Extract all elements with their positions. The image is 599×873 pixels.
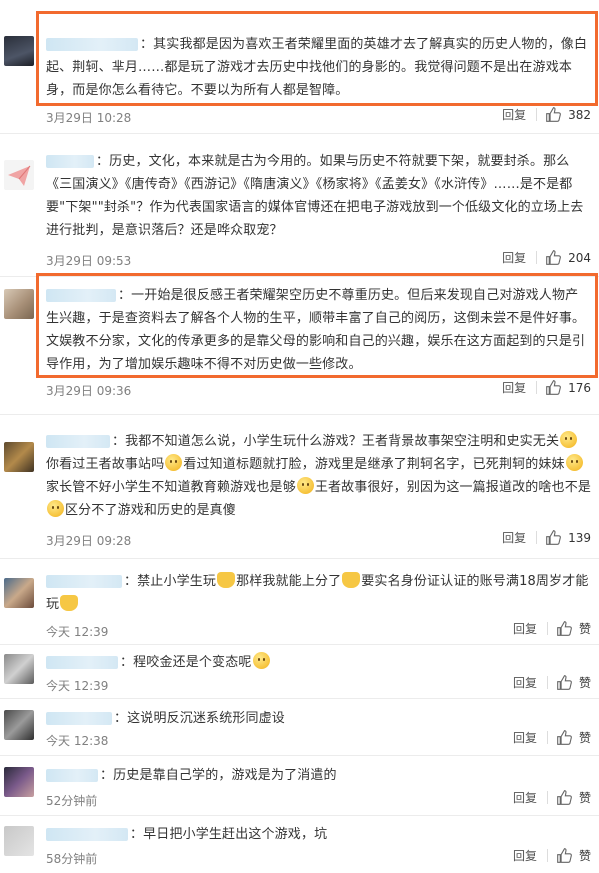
divider <box>546 676 548 689</box>
like-label: 赞 <box>578 849 591 863</box>
divider <box>0 815 599 816</box>
emoji-sleepy-icon <box>252 652 270 669</box>
avatar[interactable] <box>4 826 34 856</box>
like-button[interactable]: 382 <box>545 106 591 123</box>
thumbs-up-icon <box>557 730 572 745</box>
timestamp: 今天 12:39 <box>46 625 109 639</box>
comment-text: ：程咬金还是个变态呢 <box>46 651 591 674</box>
divider <box>0 755 599 756</box>
divider <box>546 849 548 862</box>
username[interactable] <box>46 289 116 302</box>
username[interactable] <box>46 435 110 448</box>
divider <box>0 698 599 699</box>
reply-button[interactable]: 回复 <box>513 674 537 691</box>
thumbs-up-icon <box>546 530 561 545</box>
divider <box>546 731 548 744</box>
comment-text: ：其实我都是因为喜欢王者荣耀里面的英雄才去了解真实的历史人物的，像白起、荆轲、芈… <box>46 37 588 98</box>
like-count: 139 <box>568 530 591 545</box>
timestamp: 58分钟前 <box>46 852 98 866</box>
timestamp: 3月29日 09:36 <box>46 384 132 398</box>
divider <box>546 791 548 804</box>
timestamp: 3月29日 09:53 <box>46 254 132 268</box>
like-button[interactable]: 176 <box>545 379 591 396</box>
username[interactable] <box>46 828 128 841</box>
like-button[interactable]: 赞 <box>556 729 591 746</box>
divider <box>546 622 548 635</box>
divider <box>0 558 599 559</box>
reply-button[interactable]: 回复 <box>513 789 537 806</box>
like-count: 204 <box>568 250 591 265</box>
comment-text: ：历史，文化，本来就是古为今用的。如果与历史不符就要下架，就要封杀。那么《三国演… <box>46 154 584 238</box>
timestamp: 3月29日 09:28 <box>46 534 132 548</box>
divider <box>0 414 599 415</box>
thumbs-up-icon <box>557 621 572 636</box>
username[interactable] <box>46 38 138 51</box>
reply-button[interactable]: 回复 <box>513 729 537 746</box>
timestamp: 今天 12:38 <box>46 734 109 748</box>
avatar[interactable] <box>4 289 34 319</box>
reply-button[interactable]: 回复 <box>502 379 526 396</box>
comment-text: ：这说明反沉迷系统形同虚设 <box>46 707 591 730</box>
username[interactable] <box>46 656 118 669</box>
avatar[interactable] <box>4 710 34 740</box>
comment-text: ：一开始是很反感王者荣耀架空历史不尊重历史。但后来发现自己对游戏人物产生兴趣，于… <box>46 288 586 372</box>
comment-text: ：我都不知道怎么说，小学生玩什么游戏？王者背景故事架空注明和史实无关你看过王者故… <box>46 430 591 522</box>
thumbs-up-icon <box>546 380 561 395</box>
thumbs-up-icon <box>557 675 572 690</box>
divider <box>536 108 538 121</box>
avatar[interactable] <box>4 578 34 608</box>
divider <box>0 644 599 645</box>
timestamp: 52分钟前 <box>46 794 98 808</box>
timestamp: 今天 12:39 <box>46 679 109 693</box>
like-button[interactable]: 204 <box>545 249 591 266</box>
like-button[interactable]: 赞 <box>556 674 591 691</box>
reply-button[interactable]: 回复 <box>513 620 537 637</box>
like-count: 382 <box>568 107 591 122</box>
divider <box>536 381 538 394</box>
divider <box>536 251 538 264</box>
like-label: 赞 <box>578 676 591 690</box>
divider <box>0 276 599 277</box>
like-button[interactable]: 赞 <box>556 789 591 806</box>
thumbs-up-icon <box>546 107 561 122</box>
paper-plane-icon <box>8 165 31 186</box>
avatar[interactable] <box>4 160 34 190</box>
avatar[interactable] <box>4 442 34 472</box>
thumbs-up-icon <box>557 848 572 863</box>
like-button[interactable]: 赞 <box>556 847 591 864</box>
reply-button[interactable]: 回复 <box>502 106 526 123</box>
like-label: 赞 <box>578 731 591 745</box>
divider <box>536 531 538 544</box>
username[interactable] <box>46 155 94 168</box>
emoji-smile-icon <box>565 454 583 471</box>
emoji-smile-icon <box>560 431 578 448</box>
like-button[interactable]: 赞 <box>556 620 591 637</box>
like-count: 176 <box>568 380 591 395</box>
comment-text: ：早日把小学生赶出这个游戏，坑 <box>46 823 591 846</box>
username[interactable] <box>46 575 122 588</box>
avatar[interactable] <box>4 767 34 797</box>
reply-button[interactable]: 回复 <box>502 529 526 546</box>
like-label: 赞 <box>578 791 591 805</box>
emoji-smile-icon <box>165 454 183 471</box>
like-label: 赞 <box>578 622 591 636</box>
emoji-cat-icon <box>342 572 361 588</box>
emoji-cat-icon <box>60 595 79 611</box>
avatar[interactable] <box>4 36 34 66</box>
username[interactable] <box>46 712 112 725</box>
emoji-smile-icon <box>47 500 64 517</box>
like-button[interactable]: 139 <box>545 529 591 546</box>
emoji-smile-icon <box>296 477 314 494</box>
emoji-cat-icon <box>217 572 236 588</box>
comment-text: ：禁止小学生玩 那样我就能上分了 要实名身份证认证的账号满18周岁才能玩 <box>46 572 589 612</box>
reply-button[interactable]: 回复 <box>513 847 537 864</box>
avatar[interactable] <box>4 654 34 684</box>
thumbs-up-icon <box>557 790 572 805</box>
reply-button[interactable]: 回复 <box>502 249 526 266</box>
thumbs-up-icon <box>546 250 561 265</box>
timestamp: 3月29日 10:28 <box>46 111 132 125</box>
divider <box>0 133 599 134</box>
username[interactable] <box>46 769 98 782</box>
comment-text: ：历史是靠自己学的，游戏是为了消遣的 <box>46 764 591 787</box>
